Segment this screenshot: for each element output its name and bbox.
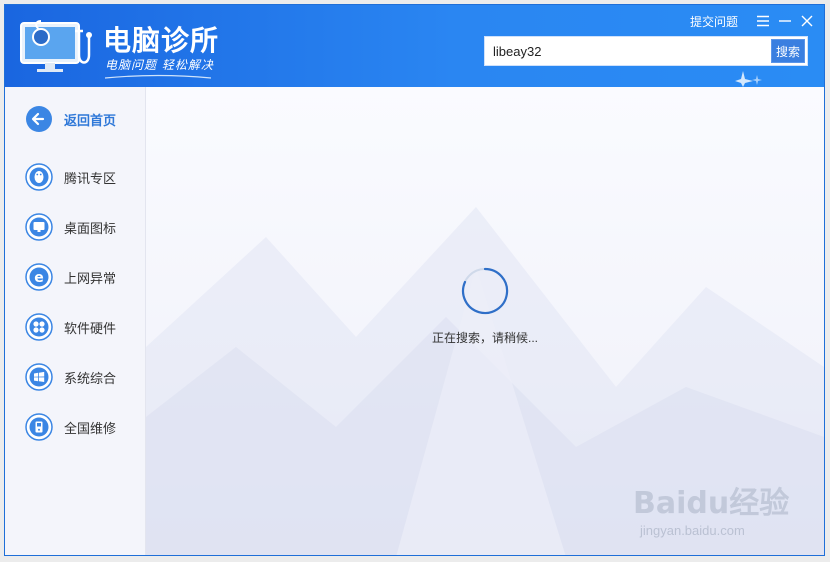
fan-icon [25,313,53,341]
sidebar-item-label: 系统综合 [64,370,117,386]
close-icon[interactable] [796,11,818,31]
window-controls: 提交问题 [690,11,818,31]
sidebar-item-desktop-icons[interactable]: 桌面图标 [25,212,116,242]
svg-text:e: e [34,270,44,286]
back-arrow-icon [26,106,52,132]
ie-browser-icon: e [25,263,53,291]
phone-icon [25,413,53,441]
loading-text: 正在搜索，请稍候... [431,331,538,345]
sidebar-item-label: 返回首页 [64,112,117,128]
search-button[interactable]: 搜索 [771,39,805,63]
slogan-underline [104,74,212,79]
qq-penguin-icon [25,163,53,191]
windows-icon [25,363,53,391]
baidu-jingyan-watermark: Baidu经验 [633,486,790,521]
monitor-icon [25,213,53,241]
title-bar: 电脑诊所 电脑问题 轻松解决 提交问题 搜索 [5,5,824,87]
sidebar-item-repair[interactable]: 全国维修 [25,412,116,442]
sidebar-item-tencent[interactable]: 腾讯专区 [25,162,116,192]
sidebar-item-label: 软件硬件 [64,320,117,336]
stethoscope-monitor-logo-icon [20,20,92,72]
sidebar-item-label: 上网异常 [64,270,117,286]
app-slogan: 电脑问题 轻松解决 [105,58,214,72]
minimize-icon[interactable] [774,11,796,31]
sidebar-item-label: 腾讯专区 [64,170,117,186]
loading-spinner [462,267,509,315]
sidebar-item-label: 桌面图标 [64,220,117,236]
sparkle-decoration [735,71,762,87]
submit-feedback-link[interactable]: 提交问题 [690,13,738,30]
sidebar-item-label: 全国维修 [64,420,117,436]
search-box: 搜索 [484,36,808,66]
sidebar-item-home[interactable]: 返回首页 [25,104,116,134]
sidebar-item-internet[interactable]: e 上网异常 [25,262,116,292]
app-title: 电脑诊所 [103,24,220,57]
search-input[interactable] [485,37,781,65]
app-window: 电脑诊所 电脑问题 轻松解决 提交问题 搜索 [4,4,825,556]
sidebar-item-system[interactable]: 系统综合 [25,362,116,392]
menu-icon[interactable] [752,11,774,31]
sidebar-item-software-hardware[interactable]: 软件硬件 [25,312,116,342]
sidebar: 返回首页 腾讯专区 桌面图标 e 上网异常 软件硬件 系统综合 全国维修 [5,87,146,555]
watermark-url: jingyan.baidu.com [640,523,745,538]
